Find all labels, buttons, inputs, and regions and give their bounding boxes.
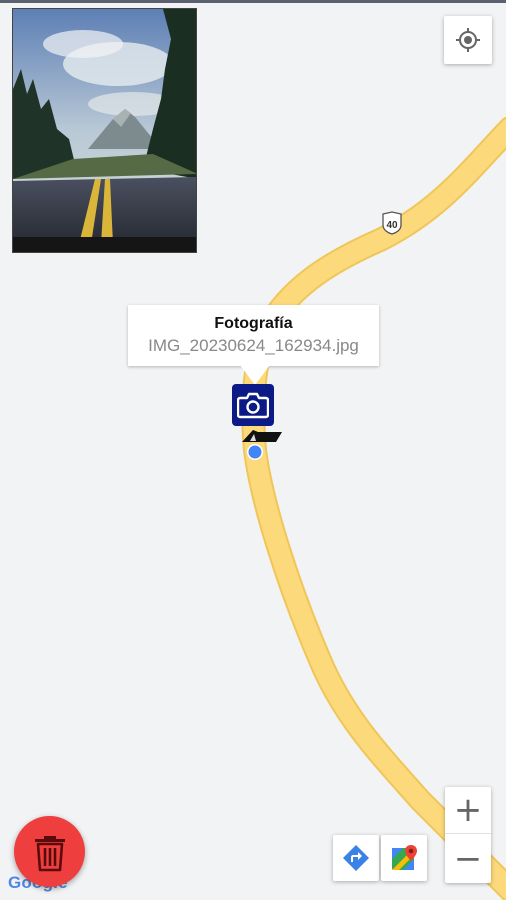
info-window-pointer	[240, 365, 270, 385]
trash-icon	[34, 835, 65, 871]
directions-button[interactable]	[333, 835, 379, 881]
zoom-controls: + −	[445, 787, 491, 883]
highway-road	[243, 118, 506, 900]
route-shield-label: 40	[386, 220, 398, 231]
zoom-out-button[interactable]: −	[445, 835, 491, 882]
current-location-dot-inner	[248, 445, 262, 459]
delete-photo-button[interactable]	[14, 816, 85, 887]
road-landscape-image	[13, 9, 196, 252]
zoom-in-button[interactable]: +	[445, 787, 491, 834]
open-in-maps-button[interactable]	[381, 835, 427, 881]
my-location-icon	[456, 28, 480, 52]
status-divider	[0, 0, 506, 3]
marker-info-window[interactable]: Fotografía IMG_20230624_162934.jpg	[128, 305, 379, 366]
info-window-title: Fotografía	[214, 315, 293, 332]
google-maps-icon	[392, 845, 417, 870]
photo-thumbnail[interactable]	[12, 8, 197, 253]
directions-icon	[343, 845, 369, 871]
my-location-button[interactable]	[444, 16, 492, 64]
info-window-filename: IMG_20230624_162934.jpg	[148, 336, 359, 355]
camera-icon	[237, 392, 269, 419]
photo-marker[interactable]	[232, 384, 274, 426]
